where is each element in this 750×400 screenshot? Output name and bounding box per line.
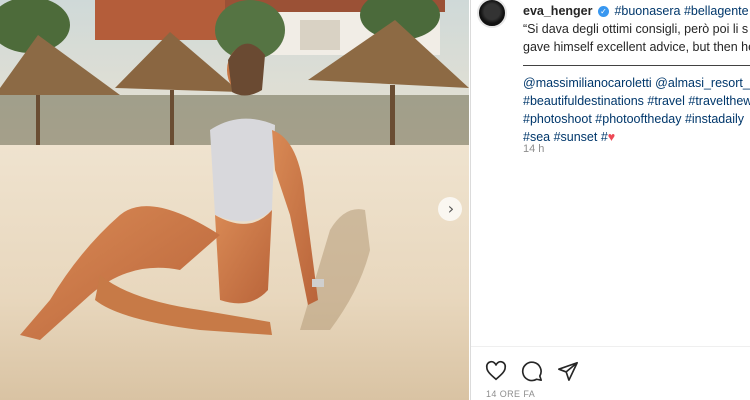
post-photo[interactable]: ›	[0, 0, 469, 400]
caption-line-4: ———————————————————. P	[523, 58, 750, 72]
caption-line-1[interactable]: #buonasera #bellagente #	[614, 4, 750, 18]
caption-timestamp[interactable]: 14 h	[523, 143, 544, 155]
caption-line-7[interactable]: #photoshoot #photooftheday #instadaily	[523, 110, 750, 128]
verified-badge-icon: ✓	[597, 6, 609, 18]
share-icon[interactable]	[557, 360, 579, 382]
next-photo-button[interactable]: ›	[438, 197, 462, 221]
heart-icon[interactable]	[485, 360, 507, 382]
caption-line-5[interactable]: @massimilianocaroletti @almasi_resort_c	[523, 74, 750, 92]
avatar[interactable]	[477, 0, 507, 28]
comment-icon[interactable]	[521, 360, 543, 382]
caption-line-8[interactable]: #sea #sunset #	[523, 130, 608, 144]
divider	[471, 346, 750, 347]
beach-photo-image	[0, 0, 469, 400]
red-heart-emoji-icon: ♥	[607, 130, 616, 144]
caption-line-6[interactable]: #beautifuldestinations #travel #travelth…	[523, 92, 750, 110]
username-link[interactable]: eva_henger	[523, 4, 592, 18]
caption-line-3: gave himself excellent advice, but then …	[523, 40, 750, 54]
post-date[interactable]: 14 ORE FA	[486, 389, 535, 399]
chevron-right-icon: ›	[447, 199, 455, 218]
post-details-panel: eva_henger ✓ #buonasera #bellagente # “S…	[470, 0, 750, 400]
post-actions	[485, 360, 579, 382]
post-caption: eva_henger ✓ #buonasera #bellagente # “S…	[523, 2, 750, 146]
caption-line-2: “Si dava degli ottimi consigli, però poi…	[523, 22, 749, 36]
